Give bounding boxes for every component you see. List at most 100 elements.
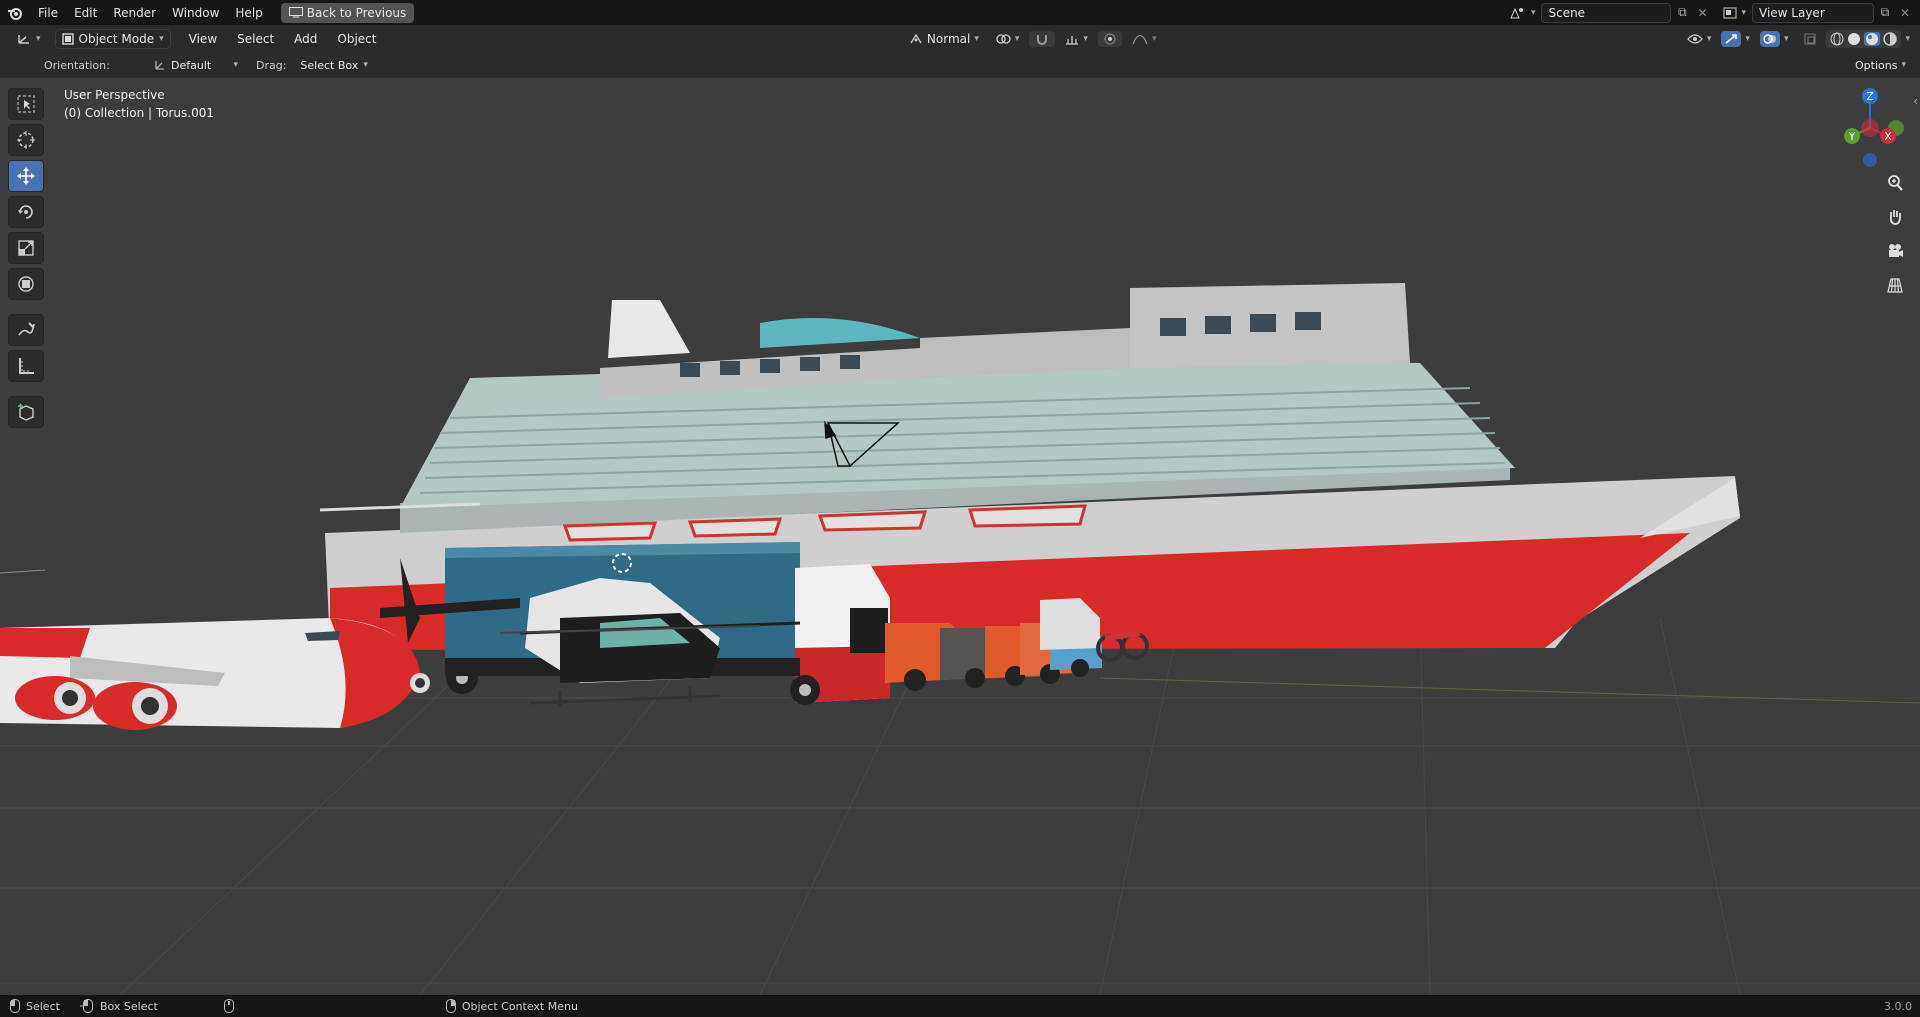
- menu-window[interactable]: Window: [164, 3, 227, 23]
- pan-button[interactable]: [1882, 204, 1908, 230]
- drag-value: Select Box: [300, 58, 359, 72]
- view-layer-icon: [1723, 7, 1737, 19]
- menu-object[interactable]: Object: [329, 29, 384, 49]
- cursor-tool[interactable]: [8, 124, 44, 156]
- chevron-down-icon: ▾: [363, 60, 368, 70]
- back-to-previous-label: Back to Previous: [306, 5, 407, 20]
- menu-edit[interactable]: Edit: [66, 3, 105, 23]
- solid-shading-icon[interactable]: [1847, 32, 1861, 46]
- editor-type-button[interactable]: ▾: [10, 30, 47, 48]
- transform-tool[interactable]: [8, 268, 44, 300]
- xray-toggle[interactable]: [1798, 31, 1822, 47]
- navigation-gizmo[interactable]: Z Y X: [1830, 84, 1910, 174]
- drag-dropdown[interactable]: Select Box ▾: [294, 56, 374, 74]
- overlays-toggle[interactable]: [1759, 30, 1780, 47]
- rotate-tool[interactable]: [8, 196, 44, 228]
- active-collection-object: (0) Collection | Torus.001: [64, 106, 214, 120]
- chevron-down-icon: ▾: [974, 33, 979, 44]
- pivot-point-dropdown[interactable]: ▾: [989, 31, 1026, 47]
- proportional-editing-icon: [1104, 33, 1116, 45]
- axes-icon: [16, 32, 32, 46]
- orientation-dropdown[interactable]: Default ▾: [148, 56, 244, 74]
- magnet-icon: [1035, 33, 1049, 45]
- tool-shelf: [8, 88, 48, 428]
- viewport-info-overlay: User Perspective (0) Collection | Torus.…: [64, 86, 214, 122]
- overlays-options-dropdown[interactable]: ▾: [1784, 34, 1789, 44]
- scene-icon: [1509, 6, 1525, 20]
- zoom-button[interactable]: [1882, 170, 1908, 196]
- proportional-editing-toggle[interactable]: [1097, 30, 1122, 47]
- annotate-pencil-icon: [16, 320, 36, 340]
- status-box-select: Box Select: [99, 999, 158, 1013]
- transform-orientation-dropdown[interactable]: Normal ▾: [903, 30, 985, 48]
- chevron-down-icon: ▾: [1014, 33, 1020, 44]
- falloff-dropdown[interactable]: ▾: [1126, 31, 1163, 47]
- select-box-tool[interactable]: [8, 88, 44, 120]
- shading-mode-group: [1826, 29, 1902, 48]
- orientation-value: Default: [171, 58, 212, 72]
- delete-scene-icon[interactable]: ✕: [1693, 6, 1711, 20]
- blender-logo-icon[interactable]: [0, 6, 30, 20]
- scale-icon: [16, 238, 36, 258]
- menu-select[interactable]: Select: [229, 29, 282, 49]
- mode-dropdown[interactable]: Object Mode ▾: [54, 28, 171, 49]
- cursor-3d-icon: [16, 130, 36, 150]
- visibility-dropdown[interactable]: ▾: [1681, 31, 1718, 47]
- sidebar-toggle-icon[interactable]: ‹: [1913, 94, 1918, 108]
- measure-tool[interactable]: [8, 350, 44, 382]
- scale-tool[interactable]: [8, 232, 44, 264]
- snap-toggle[interactable]: [1029, 30, 1056, 47]
- menu-add[interactable]: Add: [286, 29, 325, 49]
- rendered-shading-icon[interactable]: [1883, 31, 1898, 46]
- chevron-down-icon: ▾: [1151, 33, 1157, 44]
- annotate-tool[interactable]: [8, 314, 44, 346]
- scene-render[interactable]: [0, 78, 1920, 995]
- orientation-label: Orientation:: [44, 58, 110, 72]
- gizmo-options-dropdown[interactable]: ▾: [1745, 34, 1750, 44]
- airplane: [0, 618, 430, 730]
- view-layer-name-field[interactable]: View Layer: [1752, 2, 1874, 23]
- add-cube-tool[interactable]: [8, 396, 44, 428]
- camera-view-button[interactable]: [1882, 238, 1908, 264]
- chevron-down-icon: ▾: [1706, 33, 1712, 44]
- shading-options-dropdown[interactable]: ▾: [1905, 34, 1910, 44]
- perspective-toggle-button[interactable]: [1882, 272, 1908, 298]
- move-tool[interactable]: [8, 160, 44, 192]
- scene-selector[interactable]: ▾: [1503, 4, 1542, 22]
- tool-separator: [8, 304, 48, 310]
- zoom-magnifier-icon: [1886, 174, 1904, 192]
- options-dropdown[interactable]: Options ▾: [1849, 57, 1912, 74]
- new-scene-icon[interactable]: ⧉: [1671, 5, 1693, 20]
- menu-render[interactable]: Render: [105, 3, 164, 23]
- material-preview-shading-icon[interactable]: [1864, 31, 1881, 46]
- view-layer-selector[interactable]: ▾: [1717, 5, 1752, 21]
- chevron-down-icon: ▾: [1083, 33, 1088, 44]
- delete-view-layer-icon[interactable]: ✕: [1896, 6, 1914, 20]
- gizmo-y-label: Y: [1848, 130, 1856, 143]
- scene-name-field[interactable]: Scene: [1541, 2, 1672, 23]
- select-box-icon: [16, 94, 36, 114]
- rotate-icon: [16, 202, 36, 222]
- mode-label: Object Mode: [78, 31, 155, 46]
- transform-icon: [16, 274, 36, 294]
- orientation-icon: [909, 33, 923, 45]
- snap-target-dropdown[interactable]: ▾: [1059, 31, 1094, 47]
- blender-version: 3.0.0: [1884, 999, 1912, 1013]
- back-to-previous-button[interactable]: Back to Previous: [280, 2, 415, 23]
- orientation-axes-icon: [154, 59, 166, 71]
- pivot-icon: [995, 33, 1011, 45]
- xray-icon: [1804, 33, 1816, 45]
- new-view-layer-icon[interactable]: ⧉: [1874, 5, 1896, 20]
- transform-orientation-label: Normal: [926, 31, 971, 46]
- add-cube-icon: [16, 402, 36, 422]
- 3d-viewport[interactable]: User Perspective (0) Collection | Torus.…: [0, 78, 1920, 995]
- gizmo-icon: [1724, 33, 1738, 45]
- camera-icon: [1886, 242, 1904, 260]
- menu-file[interactable]: File: [30, 3, 66, 23]
- menu-view[interactable]: View: [181, 29, 225, 49]
- snap-increment-icon: [1065, 33, 1079, 45]
- wireframe-shading-icon[interactable]: [1830, 32, 1844, 46]
- gizmo-toggle[interactable]: [1721, 30, 1742, 47]
- menu-help[interactable]: Help: [227, 3, 270, 23]
- chevron-down-icon: ▾: [1741, 7, 1746, 18]
